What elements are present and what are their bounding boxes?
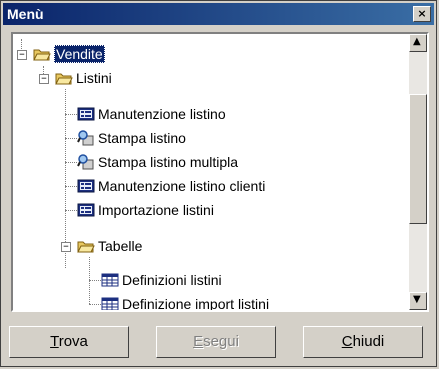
trova-accelerator: T: [50, 333, 59, 350]
esegui-button[interactable]: Esegui: [156, 326, 276, 358]
table-icon: [101, 273, 119, 287]
tree-connector: [65, 114, 77, 115]
collapse-tabelle-button[interactable]: −: [61, 242, 71, 252]
window-title: Menù: [7, 6, 44, 22]
tree-node-label: Stampa listino: [98, 130, 186, 146]
chiudi-button[interactable]: Chiudi: [303, 326, 423, 358]
collapse-vendite-button[interactable]: −: [17, 50, 27, 60]
form-icon: [77, 203, 95, 217]
menu-tree: − − − Vendite Listini Manutenzione listi…: [13, 34, 405, 310]
tree-node-vendite[interactable]: Vendite: [33, 44, 105, 64]
close-button[interactable]: ×: [413, 6, 431, 22]
trova-label: rova: [58, 333, 88, 350]
table-icon: [101, 297, 119, 310]
tree-node-listini[interactable]: Listini: [55, 68, 112, 88]
tree-node-manutenzione-listino[interactable]: Manutenzione listino: [77, 104, 226, 124]
title-bar[interactable]: Menù ×: [3, 3, 434, 25]
tree-connector: [65, 210, 77, 211]
form-icon: [77, 179, 95, 193]
tree-scrollbar[interactable]: ▲ ▼: [409, 34, 427, 310]
tree-connector: [89, 280, 101, 281]
trova-button[interactable]: Trova: [9, 326, 129, 358]
esegui-label: segui: [203, 333, 239, 350]
folder-open-icon: [77, 241, 95, 253]
form-icon: [77, 107, 95, 121]
tree-connector: [65, 138, 77, 139]
print-search-icon: [77, 130, 94, 146]
chiudi-label: hiudi: [352, 333, 385, 350]
close-icon: ×: [417, 7, 427, 20]
print-search-icon: [77, 154, 94, 170]
tree-node-stampa-listino-multipla[interactable]: Stampa listino multipla: [77, 152, 238, 172]
tree-node-tabelle[interactable]: Tabelle: [77, 236, 142, 256]
esegui-accelerator: E: [193, 333, 204, 350]
tree-connector: [89, 304, 101, 305]
arrow-up-icon: ▲: [413, 36, 421, 47]
menu-tree-panel: − − − Vendite Listini Manutenzione listi…: [11, 32, 429, 312]
chiudi-accelerator: C: [341, 333, 353, 350]
folder-open-icon: [55, 73, 73, 85]
arrow-down-icon: ▼: [413, 294, 421, 305]
tree-node-label: Manutenzione listino: [98, 106, 226, 122]
tree-node-label: Vendite: [54, 45, 105, 63]
scroll-down-button[interactable]: ▼: [409, 292, 427, 310]
tree-node-label: Importazione listini: [98, 202, 214, 218]
tree-node-label: Definizioni listini: [122, 272, 222, 288]
tree-node-manutenzione-listino-clienti[interactable]: Manutenzione listino clienti: [77, 176, 265, 196]
tree-node-definizione-import-listini[interactable]: Definizione import listini: [101, 294, 270, 312]
scroll-up-button[interactable]: ▲: [409, 34, 427, 52]
tree-node-label: Stampa listino multipla: [98, 154, 239, 170]
tree-node-label: Definizione import listini: [122, 296, 270, 312]
tree-connector: [65, 186, 77, 187]
tree-node-definizioni-listini[interactable]: Definizioni listini: [101, 270, 222, 290]
menu-window: Menù × − − − Vendite Listini Manutenzion…: [0, 0, 437, 367]
tree-node-stampa-listino[interactable]: Stampa listino: [77, 128, 186, 148]
scroll-thumb[interactable]: [409, 94, 427, 224]
tree-connector: [65, 162, 77, 163]
folder-open-icon: [33, 49, 51, 61]
tree-node-label: Listini: [76, 70, 112, 86]
collapse-listini-button[interactable]: −: [39, 74, 49, 84]
tree-node-importazione-listini[interactable]: Importazione listini: [77, 200, 214, 220]
tree-node-label: Manutenzione listino clienti: [98, 178, 266, 194]
tree-node-label: Tabelle: [98, 238, 143, 254]
